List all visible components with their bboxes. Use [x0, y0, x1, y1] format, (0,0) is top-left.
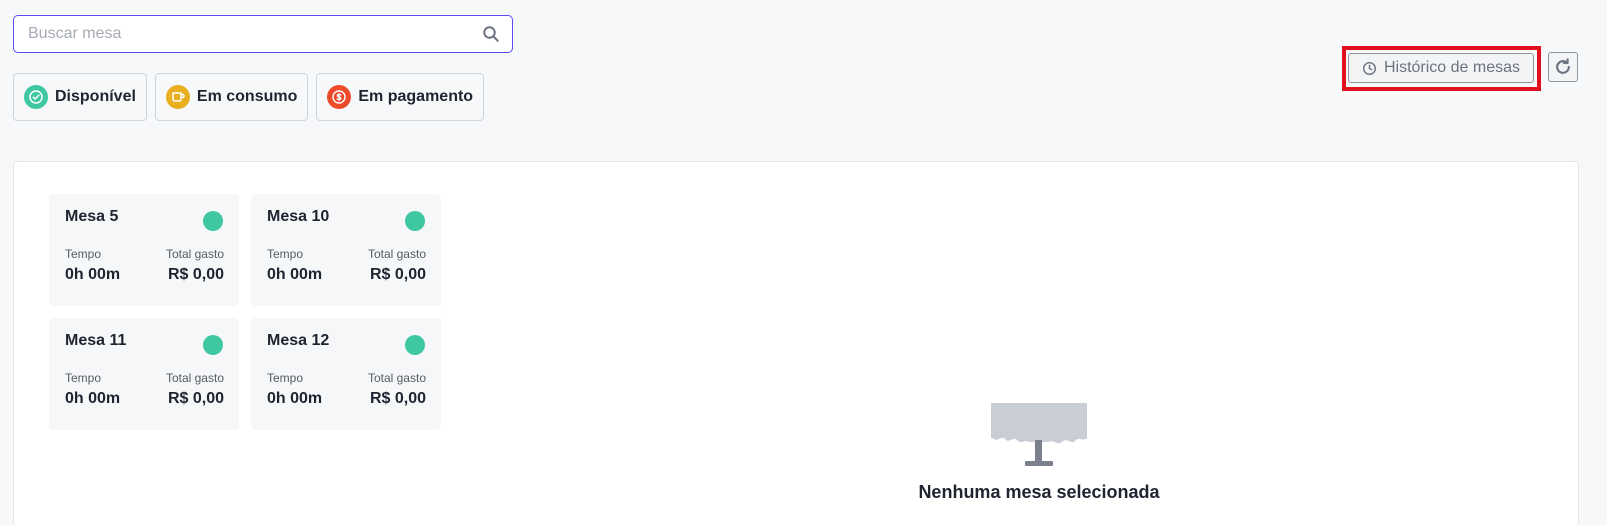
filter-em-pagamento[interactable]: Em pagamento: [316, 73, 485, 121]
filter-disponivel[interactable]: Disponível: [13, 73, 147, 121]
money-icon: [327, 85, 352, 109]
total-label: Total gasto: [165, 247, 224, 261]
table-name: Mesa 12: [267, 332, 330, 349]
table-icon: [874, 402, 1204, 468]
status-indicator: [405, 335, 425, 355]
total-label: Total gasto: [367, 247, 426, 261]
table-card-values: 0h 00m R$ 0,00: [65, 266, 224, 284]
filter-em-consumo[interactable]: Em consumo: [154, 73, 309, 121]
total-label: Total gasto: [165, 371, 224, 385]
status-indicator: [203, 211, 223, 231]
filter-label: Em consumo: [196, 88, 298, 105]
status-indicator: [405, 211, 425, 231]
search-input[interactable]: [14, 16, 482, 52]
check-circle-icon: [24, 85, 48, 109]
table-name: Mesa 5: [65, 208, 119, 225]
refresh-button[interactable]: [1548, 52, 1578, 82]
table-card-values: 0h 00m R$ 0,00: [267, 266, 426, 284]
main-panel: Mesa 5 Tempo Total gasto 0h 00m R$ 0,00 …: [13, 161, 1579, 525]
time-label: Tempo: [65, 371, 102, 385]
time-value: 0h 00m: [267, 266, 323, 283]
page: Disponível Em consumo Em pagamento: [0, 0, 1607, 525]
time-label: Tempo: [267, 371, 304, 385]
total-label: Total gasto: [367, 371, 426, 385]
status-filters: Disponível Em consumo Em pagamento: [13, 73, 485, 121]
time-label: Tempo: [65, 247, 102, 261]
time-label: Tempo: [267, 247, 304, 261]
total-value: R$ 0,00: [369, 390, 426, 407]
table-card-labels: Tempo Total gasto: [65, 371, 224, 385]
status-indicator: [203, 335, 223, 355]
table-card-labels: Tempo Total gasto: [267, 247, 426, 261]
filter-label: Disponível: [55, 88, 136, 105]
clock-icon: [1362, 61, 1377, 76]
filter-label: Em pagamento: [358, 88, 474, 105]
empty-state-title: Nenhuma mesa selecionada: [918, 482, 1160, 502]
search-box: [13, 15, 513, 53]
history-button[interactable]: Histórico de mesas: [1348, 53, 1534, 83]
time-value: 0h 00m: [65, 390, 121, 407]
empty-state: Nenhuma mesa selecionada: [874, 402, 1204, 503]
table-card-mesa-5[interactable]: Mesa 5 Tempo Total gasto 0h 00m R$ 0,00: [49, 194, 239, 306]
total-value: R$ 0,00: [369, 266, 426, 283]
refresh-icon: [1553, 57, 1573, 77]
history-label: Histórico de mesas: [1383, 59, 1521, 76]
table-card-labels: Tempo Total gasto: [65, 247, 224, 261]
table-card-values: 0h 00m R$ 0,00: [65, 390, 224, 408]
table-card-mesa-12[interactable]: Mesa 12 Tempo Total gasto 0h 00m R$ 0,00: [251, 318, 441, 430]
table-card-mesa-10[interactable]: Mesa 10 Tempo Total gasto 0h 00m R$ 0,00: [251, 194, 441, 306]
table-name: Mesa 11: [65, 332, 127, 349]
total-value: R$ 0,00: [167, 390, 224, 407]
table-card-values: 0h 00m R$ 0,00: [267, 390, 426, 408]
table-card-mesa-11[interactable]: Mesa 11 Tempo Total gasto 0h 00m R$ 0,00: [49, 318, 239, 430]
cup-icon: [165, 85, 190, 109]
total-value: R$ 0,00: [167, 266, 224, 283]
search-icon[interactable]: [482, 25, 500, 43]
table-name: Mesa 10: [267, 208, 330, 225]
time-value: 0h 00m: [65, 266, 121, 283]
table-card-labels: Tempo Total gasto: [267, 371, 426, 385]
time-value: 0h 00m: [267, 390, 323, 407]
